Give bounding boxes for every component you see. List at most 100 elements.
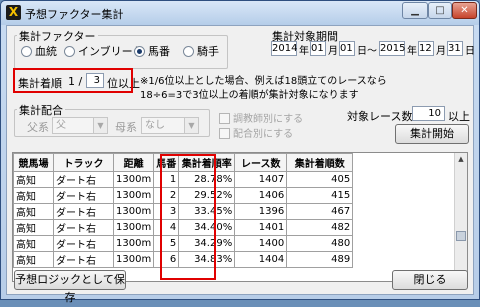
col-header-hit-count[interactable]: 集計着順数 (286, 153, 354, 172)
table-cell: 1396 (234, 203, 288, 220)
chevron-down-icon: ▼ (184, 118, 198, 133)
end-day-unit: 日 (465, 46, 475, 57)
end-year-unit: 年 (407, 46, 417, 57)
table-cell: 1300m (112, 235, 155, 252)
table-cell: ダート右 (53, 187, 114, 204)
father-line-select[interactable]: 父 ▼ (52, 117, 108, 134)
start-year-input[interactable]: 2014 (271, 41, 297, 56)
close-button[interactable]: 閉じる (392, 270, 468, 290)
minimize-icon: ▁ (411, 5, 419, 16)
table-cell: 1404 (234, 251, 288, 268)
chevron-down-icon: ▼ (93, 118, 107, 133)
table-cell: 1300m (112, 251, 155, 268)
radio-bloodline[interactable]: 血統 (21, 43, 57, 59)
radio-inbreed[interactable]: インブリード (64, 43, 144, 59)
table-cell: 高知 (13, 219, 54, 236)
col-header-venue[interactable]: 競馬場 (13, 153, 54, 172)
save-logic-button[interactable]: 予想ロジックとして保存 (14, 270, 126, 304)
father-line-value: 父 (56, 120, 66, 131)
highlight-order-box (13, 68, 133, 93)
radio-gate-number-indicator (134, 46, 145, 57)
vertical-scrollbar[interactable]: ▲ ▼ (454, 153, 467, 281)
end-month-unit: 月 (436, 46, 446, 57)
table-cell: 1406 (234, 187, 288, 204)
radio-inbreed-indicator (64, 46, 75, 57)
table-cell: 1300m (112, 203, 155, 220)
check-trainer-label: 調教師別にする (233, 114, 304, 125)
radio-gate-number[interactable]: 馬番 (134, 43, 170, 59)
check-blend[interactable]: 配合別にする (219, 125, 293, 140)
table-cell: 405 (286, 171, 354, 188)
table-cell: ダート右 (53, 251, 114, 268)
start-day-input[interactable]: 01 (339, 41, 355, 56)
radio-jockey-label: 騎手 (197, 45, 219, 58)
table-cell: ダート右 (53, 203, 114, 220)
mother-line-value: なし (145, 120, 165, 131)
table-cell: 1300m (112, 187, 155, 204)
table-cell: 高知 (13, 251, 54, 268)
scroll-up-icon[interactable]: ▲ (455, 153, 467, 165)
races-suffix: 以上 (448, 110, 470, 123)
maximize-icon: □ (435, 5, 445, 16)
dialog-body: 集計ファクター 血統 インブリード 馬番 騎手 集計対象期間 2014 年 01… (6, 25, 475, 304)
end-year-input[interactable]: 2015 (379, 41, 405, 56)
col-header-track[interactable]: トラック (53, 153, 114, 172)
table-cell: 高知 (13, 203, 54, 220)
col-header-distance[interactable]: 距離 (112, 153, 155, 172)
highlight-rate-column (160, 154, 216, 280)
factor-group-label: 集計ファクター (17, 28, 98, 44)
mother-line-label: 母系 (115, 121, 137, 134)
table-cell: ダート右 (53, 235, 114, 252)
maximize-button[interactable]: □ (428, 2, 452, 19)
scroll-thumb[interactable] (456, 231, 466, 241)
table-cell: 467 (286, 203, 354, 220)
check-blend-box (219, 128, 230, 139)
table-cell: 489 (286, 251, 354, 268)
check-trainer-box (219, 113, 230, 124)
table-cell: 1400 (234, 235, 288, 252)
check-blend-label: 配合別にする (233, 129, 294, 140)
end-day-input[interactable]: 31 (447, 41, 463, 56)
table-cell: 1300m (112, 219, 155, 236)
table-cell: 高知 (13, 235, 54, 252)
mother-line-select[interactable]: なし ▼ (141, 117, 199, 134)
table-cell: 1401 (234, 219, 288, 236)
title-bar: X 予想ファクター集計 ▁ □ ✕ (1, 1, 479, 25)
start-month-unit: 月 (328, 46, 338, 57)
radio-jockey-indicator (183, 46, 194, 57)
close-window-button[interactable]: ✕ (452, 2, 477, 19)
table-cell: 415 (286, 187, 354, 204)
table-cell: 高知 (13, 171, 54, 188)
window-title: 予想ファクター集計 (25, 8, 124, 21)
results-grid: 競馬場 トラック 距離 馬番 集計着順率 レース数 集計着順数 高知 ダート右 13… (12, 152, 468, 282)
end-month-input[interactable]: 12 (418, 41, 434, 56)
table-cell: 1300m (112, 171, 155, 188)
table-cell: 480 (286, 235, 354, 252)
radio-gate-number-label: 馬番 (148, 45, 170, 58)
radio-bloodline-label: 血統 (35, 45, 57, 58)
table-cell: ダート右 (53, 171, 114, 188)
radio-jockey[interactable]: 騎手 (183, 43, 219, 59)
table-cell: ダート右 (53, 219, 114, 236)
races-min-input[interactable]: 10 (412, 106, 445, 121)
order-note-line1: ※1/6位以上とした場合、例えば18頭立てのレースなら (140, 76, 387, 87)
start-month-input[interactable]: 01 (310, 41, 326, 56)
table-cell: 高知 (13, 187, 54, 204)
start-year-unit: 年 (299, 46, 309, 57)
range-separator: ～ (367, 46, 377, 57)
radio-bloodline-indicator (21, 46, 32, 57)
col-header-race-count[interactable]: レース数 (234, 153, 288, 172)
app-icon: X (6, 5, 21, 20)
blend-group-label: 集計配合 (17, 102, 65, 118)
close-icon: ✕ (460, 5, 469, 16)
order-note-line2: 18÷6=3で3位以上の着順が集計対象になります (140, 90, 359, 101)
app-window: X 予想ファクター集計 ▁ □ ✕ 集計ファクター 血統 インブリード 馬番 騎… (0, 0, 480, 304)
check-trainer[interactable]: 調教師別にする (219, 110, 303, 125)
table-cell: 1407 (234, 171, 288, 188)
minimize-button[interactable]: ▁ (402, 2, 428, 19)
table-cell: 482 (286, 219, 354, 236)
start-aggregation-button[interactable]: 集計開始 (395, 124, 469, 144)
start-day-unit: 日 (357, 46, 367, 57)
father-line-label: 父系 (27, 121, 49, 134)
races-label: 対象レース数 (347, 110, 413, 123)
